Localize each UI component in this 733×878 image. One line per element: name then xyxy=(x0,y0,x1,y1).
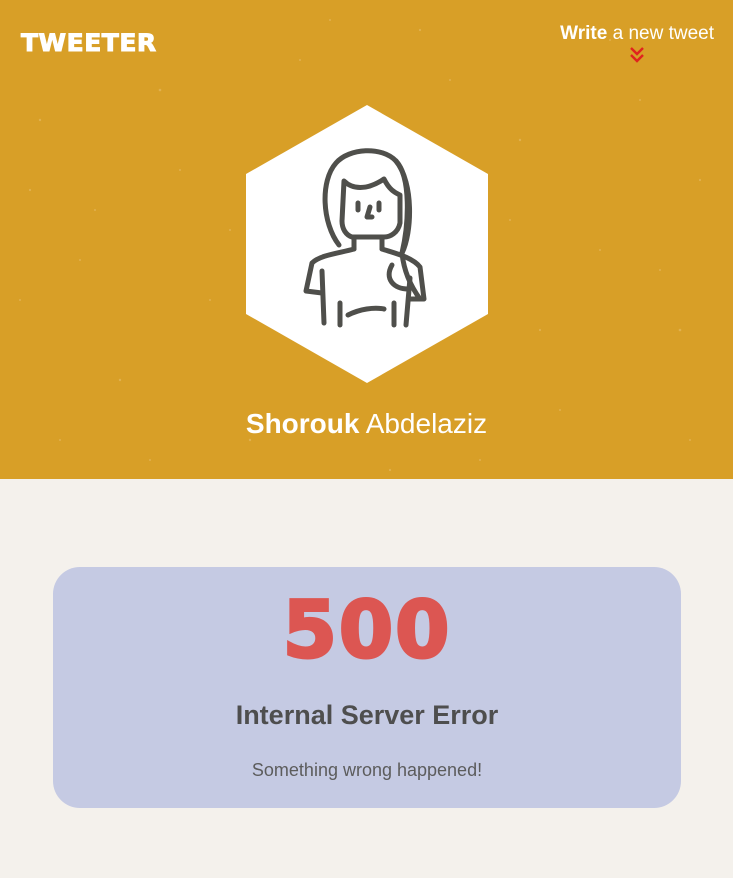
profile-header: TWEETER Write a new tweet Shorouk Abdela… xyxy=(0,0,733,479)
first-name: Shorouk xyxy=(245,408,360,439)
write-tweet-link[interactable]: Write a new tweet xyxy=(560,23,714,64)
error-code: 500 xyxy=(281,585,452,678)
chevron-double-down-icon xyxy=(630,47,644,63)
compose-rest-label: a new tweet xyxy=(607,23,714,44)
profile-name: Shorouk Abdelaziz xyxy=(0,408,733,440)
compose-bold-label: Write xyxy=(560,23,608,44)
woman-avatar-icon xyxy=(246,105,488,383)
error-card: 500 Internal Server Error Something wron… xyxy=(53,567,681,808)
last-name: Abdelaziz xyxy=(359,408,488,439)
app-logo[interactable]: TWEETER xyxy=(21,29,157,57)
error-title: Internal Server Error xyxy=(235,700,499,730)
error-message: Something wrong happened! xyxy=(251,760,483,780)
